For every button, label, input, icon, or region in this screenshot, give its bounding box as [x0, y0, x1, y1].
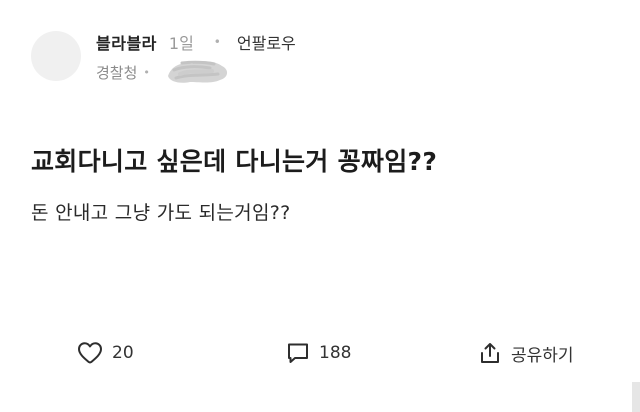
like-count: 20	[112, 343, 134, 363]
heart-icon	[77, 341, 103, 365]
post-title: 교회다니고 싶은데 다니는거 꽁짜임??	[31, 147, 438, 176]
separator-dot: •	[213, 35, 221, 49]
author-row: 블라블라 1일 • 언팔로우	[96, 30, 296, 54]
redaction-scribble	[168, 60, 228, 83]
author-meta-row: 경찰청 •	[96, 60, 150, 84]
organization-label: 경찰청	[96, 63, 138, 82]
meta-separator-dot: •	[143, 65, 150, 79]
post-body: 돈 안내고 그냥 가도 되는거임??	[31, 202, 291, 224]
share-icon	[478, 341, 502, 365]
comment-button[interactable]: 188	[286, 340, 351, 366]
avatar[interactable]	[31, 31, 81, 81]
share-button[interactable]: 공유하기	[478, 340, 574, 366]
comment-count: 188	[319, 343, 352, 363]
unfollow-button[interactable]: 언팔로우	[237, 30, 296, 54]
share-label: 공유하기	[511, 345, 574, 366]
scroll-edge	[632, 382, 640, 412]
like-button[interactable]: 20	[77, 340, 134, 366]
post-time: 1일	[168, 34, 194, 53]
author-name[interactable]: 블라블라	[96, 30, 157, 54]
speech-bubble-icon	[286, 341, 310, 365]
